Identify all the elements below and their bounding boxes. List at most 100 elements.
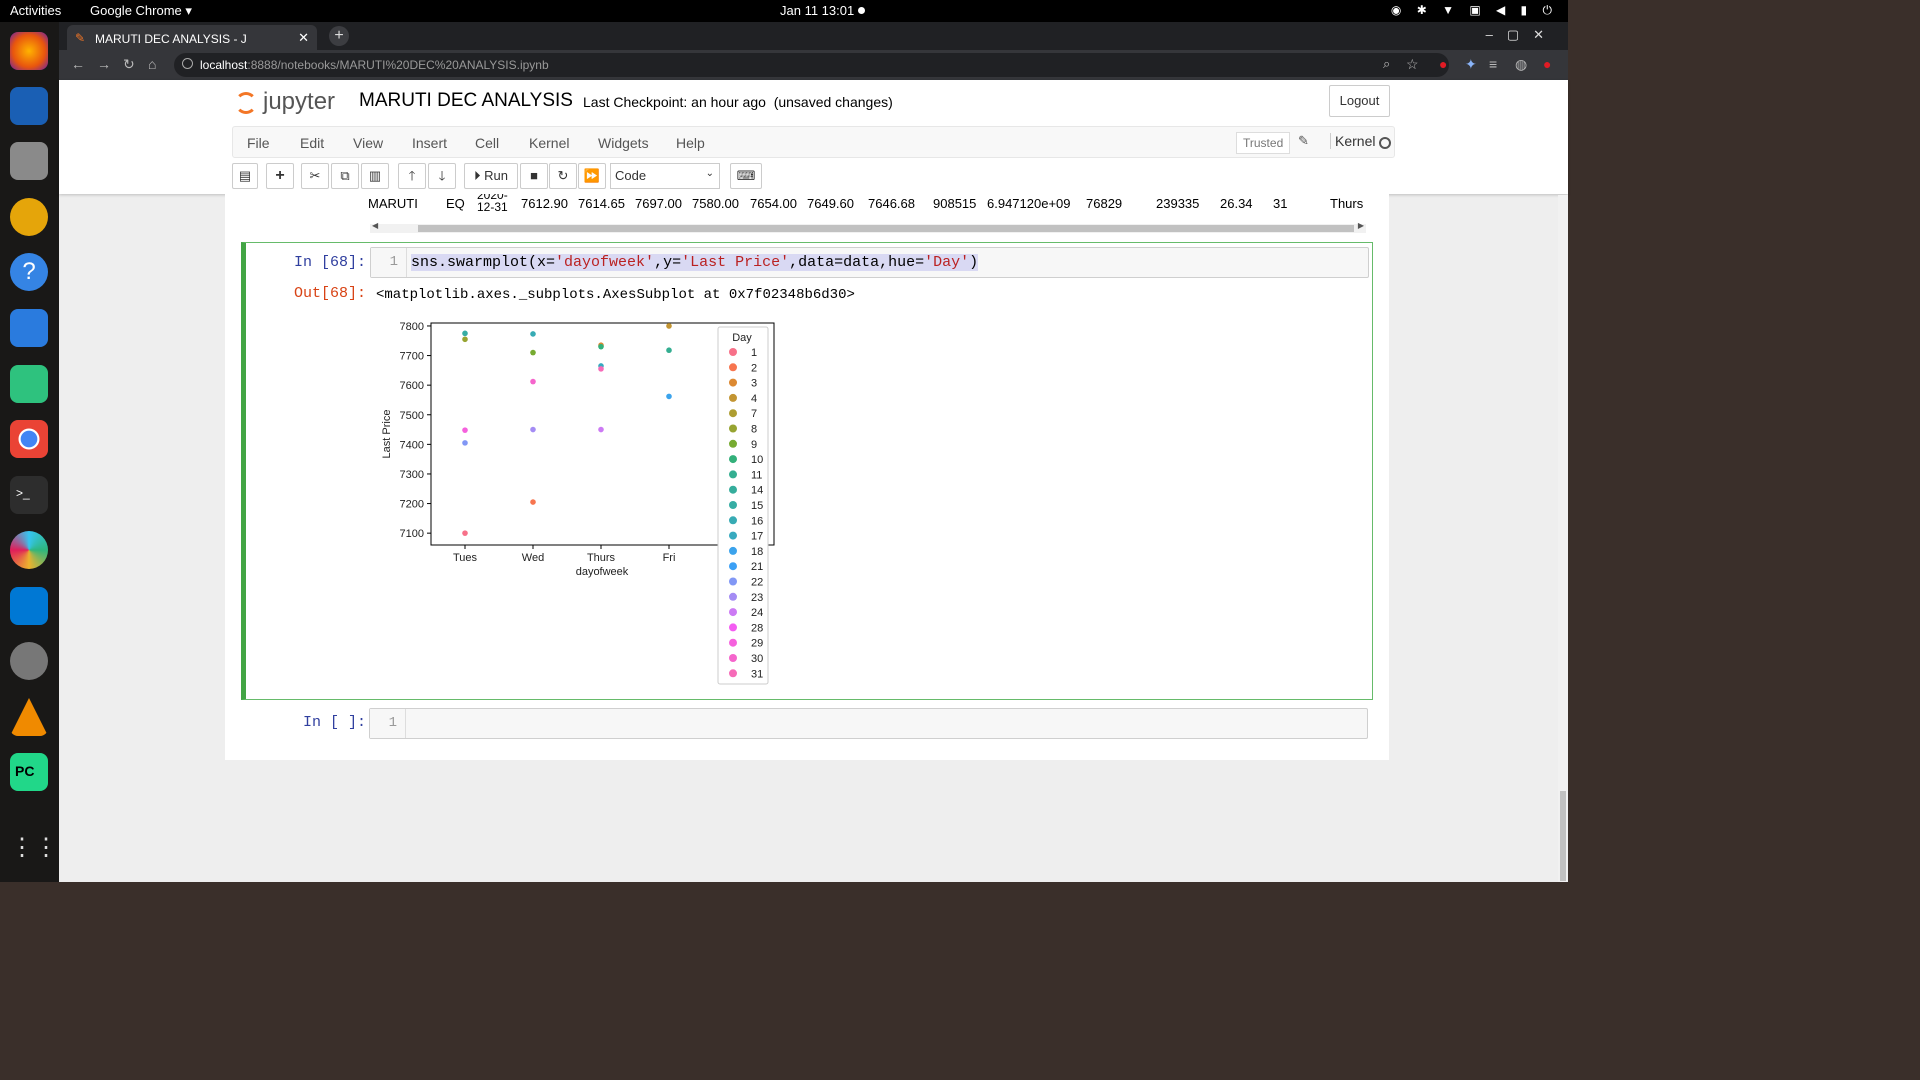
data-point	[666, 393, 672, 400]
scroll-right-icon[interactable]: ▶	[1358, 221, 1364, 230]
data-point	[530, 426, 536, 433]
vscode-icon[interactable]	[10, 587, 48, 625]
reload-icon[interactable]: ↻	[123, 56, 135, 73]
pycharm-icon[interactable]: PC	[10, 753, 48, 791]
scrollbar-thumb[interactable]	[1560, 791, 1566, 881]
files-icon[interactable]	[10, 142, 48, 180]
menu-file[interactable]: File	[247, 135, 270, 151]
address-toolbar: ← → ↻ ⌂ localhost:8888/notebooks/MARUTI%…	[59, 50, 1568, 80]
legend-marker	[729, 424, 737, 433]
restart-run-all-button[interactable]: ⏩	[578, 163, 606, 189]
legend-marker	[729, 516, 737, 525]
cell-type-select[interactable]: Code ⌄	[610, 163, 720, 189]
url-input[interactable]: localhost:8888/notebooks/MARUTI%20DEC%20…	[174, 53, 1449, 77]
vlc-icon[interactable]	[10, 698, 48, 736]
menu-update-icon[interactable]: ●	[1543, 56, 1551, 72]
logout-button[interactable]: Logout	[1329, 85, 1390, 117]
insert-cell-button[interactable]: +	[266, 163, 294, 189]
calc-icon[interactable]	[10, 365, 48, 403]
terminal-icon[interactable]: >_	[10, 476, 48, 514]
system-tray[interactable]: ◉ ✱ ▼ ▣ ◀ ▮ ⏻	[1391, 3, 1558, 18]
y-tick-label: 7400	[400, 439, 424, 451]
legend-marker	[729, 485, 737, 494]
site-info-icon[interactable]	[182, 58, 193, 69]
app-menu[interactable]: Google Chrome ▾	[90, 3, 192, 19]
legend-marker	[729, 592, 737, 601]
close-tab-icon[interactable]: ✕	[298, 30, 309, 46]
data-point	[598, 426, 604, 433]
df-cell: 908515	[933, 196, 977, 211]
tab-maruti-notebook[interactable]: ✎ MARUTI DEC ANALYSIS - J ✕	[67, 25, 317, 50]
chrome-icon[interactable]	[10, 420, 48, 458]
notebook-container: MARUTI EQ 2020-12-31 7612.90 7614.65 769…	[225, 194, 1389, 760]
move-down-button[interactable]: 🡓	[428, 163, 456, 189]
menu-edit[interactable]: Edit	[300, 135, 324, 151]
legend-marker	[729, 577, 737, 586]
clock[interactable]: Jan 11 13:01	[780, 3, 854, 18]
back-icon[interactable]: ←	[71, 56, 85, 72]
kernel-name[interactable]: Kernel	[1330, 133, 1375, 149]
empty-code-cell[interactable]: In [ ]: 1	[241, 706, 1373, 742]
slack-icon[interactable]	[10, 531, 48, 569]
legend-label: 22	[751, 577, 763, 589]
output-horizontal-scrollbar[interactable]: ◀ ▶	[370, 221, 1366, 233]
profile-avatar[interactable]: ◍	[1515, 56, 1527, 73]
home-icon[interactable]: ⌂	[148, 56, 156, 72]
notebook-title[interactable]: MARUTI DEC ANALYSIS	[359, 90, 573, 112]
trusted-indicator[interactable]: Trusted	[1236, 132, 1291, 154]
checkpoint-status: Last Checkpoint: an hour ago (unsaved ch…	[583, 94, 893, 110]
input-prompt: In [ ]:	[303, 714, 367, 731]
legend-label: 7	[751, 408, 757, 420]
code-editor[interactable]: 1	[369, 708, 1368, 739]
scrollbar-thumb[interactable]	[418, 225, 1354, 232]
code-editor[interactable]: 1 sns.swarmplot(x='dayofweek',y='Last Pr…	[370, 247, 1369, 278]
code-cell-selected[interactable]: In [68]: 1 sns.swarmplot(x='dayofweek',y…	[241, 242, 1373, 700]
reading-list-icon[interactable]: ≡	[1489, 56, 1497, 72]
forward-icon[interactable]: →	[97, 56, 111, 72]
cut-button[interactable]: ✂	[301, 163, 329, 189]
chart-legend: Day 123478910111415161718212223242829303…	[717, 326, 769, 685]
menu-cell[interactable]: Cell	[475, 135, 499, 151]
window-controls[interactable]: –▢✕	[1486, 27, 1558, 43]
data-point	[462, 440, 468, 446]
y-tick-label: 7800	[400, 321, 424, 333]
legend-label: 28	[751, 622, 763, 634]
legend-marker	[729, 669, 737, 678]
zoom-icon[interactable]: ⌕	[1383, 56, 1390, 72]
legend-label: 21	[751, 561, 763, 573]
restart-button[interactable]: ↻	[549, 163, 577, 189]
menu-help[interactable]: Help	[676, 135, 705, 151]
menu-view[interactable]: View	[353, 135, 383, 151]
interrupt-button[interactable]: ■	[520, 163, 548, 189]
paste-button[interactable]: ▥	[361, 163, 389, 189]
copy-button[interactable]: ⧉	[331, 163, 359, 189]
logo-text: jupyter	[263, 88, 336, 115]
rhythmbox-icon[interactable]	[10, 198, 48, 236]
settings-icon[interactable]	[10, 642, 48, 680]
page-vertical-scrollbar[interactable]	[1558, 195, 1568, 882]
move-up-button[interactable]: 🡑	[398, 163, 426, 189]
output-repr-text: <matplotlib.axes._subplots.AxesSubplot a…	[376, 287, 855, 303]
writer-icon[interactable]	[10, 309, 48, 347]
jupyter-page: jupyter MARUTI DEC ANALYSIS Last Checkpo…	[59, 80, 1568, 882]
command-palette-keyboard-icon[interactable]: ⌨	[730, 163, 762, 189]
save-button[interactable]: ▤	[232, 163, 258, 189]
scroll-left-icon[interactable]: ◀	[372, 221, 378, 230]
jupyter-logo[interactable]: jupyter	[235, 88, 335, 116]
firefox-icon[interactable]	[10, 32, 48, 70]
run-button[interactable]: ⏵ Run	[464, 163, 518, 189]
x-tick-label: Thurs	[587, 552, 616, 564]
menu-widgets[interactable]: Widgets	[598, 135, 649, 151]
show-apps-icon[interactable]: ⋮⋮⋮	[10, 833, 82, 871]
new-tab-button[interactable]: +	[329, 26, 349, 46]
thunderbird-icon[interactable]	[10, 87, 48, 125]
extensions-icon[interactable]: ✦	[1465, 56, 1477, 73]
data-point	[666, 347, 672, 354]
extension-red-icon[interactable]: ●	[1439, 56, 1447, 72]
menu-insert[interactable]: Insert	[412, 135, 447, 151]
bookmark-star-icon[interactable]: ☆	[1406, 56, 1419, 73]
notebook-menubar: File Edit View Insert Cell Kernel Widget…	[232, 126, 1395, 158]
activities-button[interactable]: Activities	[10, 3, 61, 18]
help-icon[interactable]: ?	[10, 253, 48, 291]
menu-kernel[interactable]: Kernel	[529, 135, 569, 151]
